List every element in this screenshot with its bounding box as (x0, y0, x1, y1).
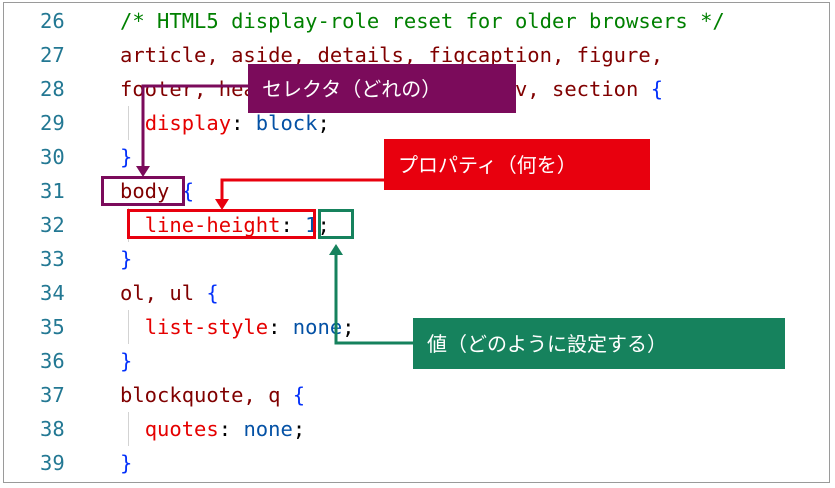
selector-label: セレクタ（どれの） (248, 64, 516, 113)
value-arrow (329, 244, 413, 345)
property-arrow (215, 178, 384, 210)
value-label: 値（どのように設定する） (413, 318, 785, 369)
selector-arrow (136, 84, 248, 177)
property-label: プロパティ（何を） (384, 139, 650, 190)
